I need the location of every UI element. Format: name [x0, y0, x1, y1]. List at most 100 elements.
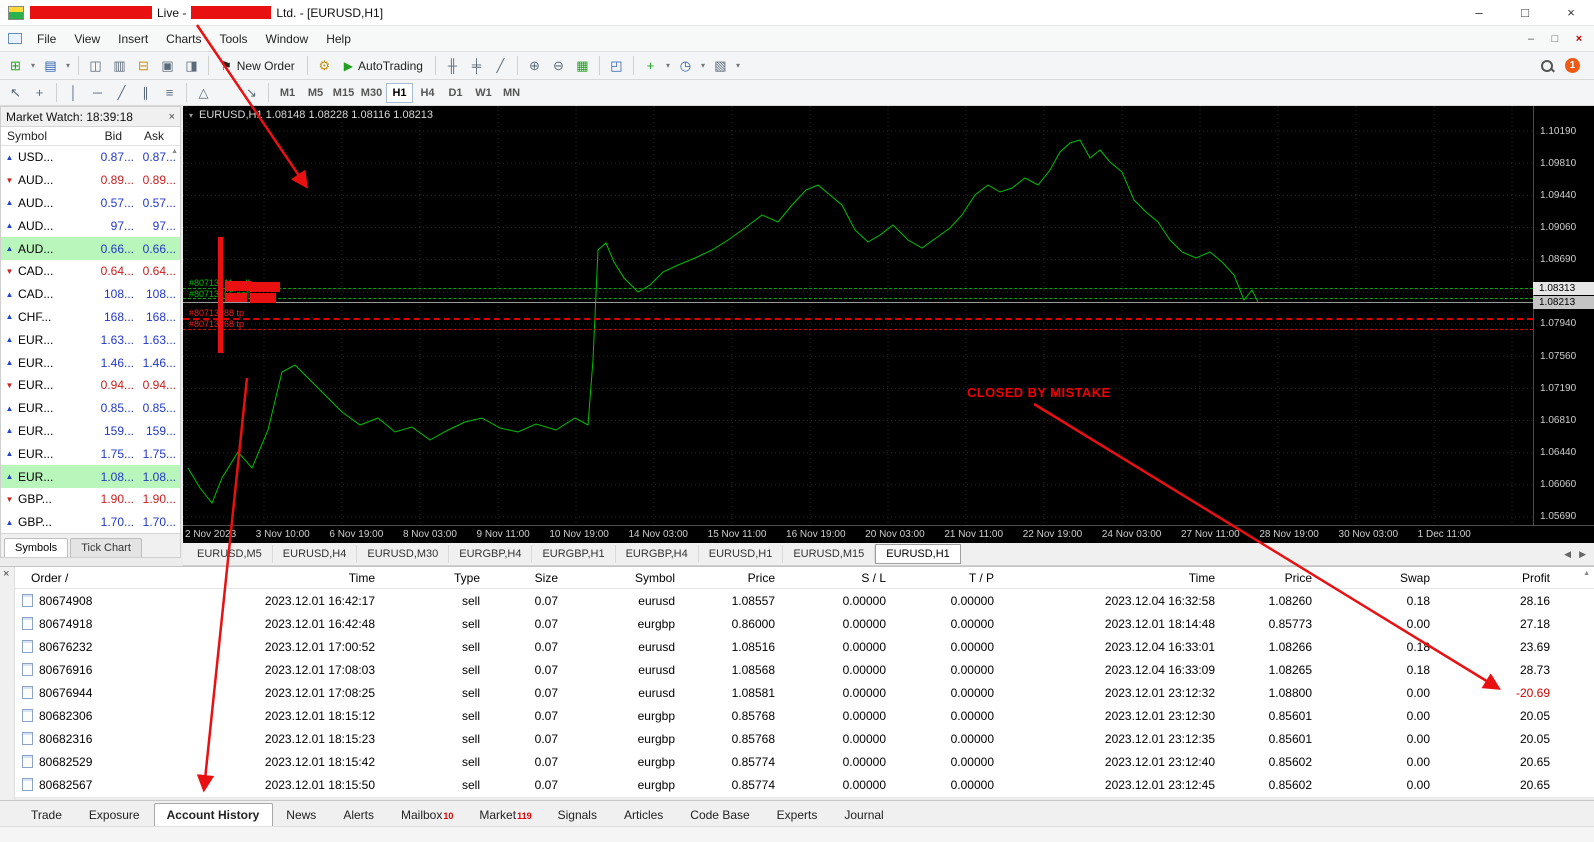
terminal-tab[interactable]: Code Base	[677, 803, 763, 826]
terminal-close-icon[interactable]: ×	[3, 568, 9, 580]
templates-dropdown-caret[interactable]: ▾	[733, 55, 743, 77]
chart-plot-area[interactable]: #80713711 sell #80713266 sell #80713288 …	[183, 106, 1533, 525]
menu-item[interactable]: Tools	[211, 26, 257, 51]
timeframe-button[interactable]: D1	[442, 83, 469, 103]
templates-button[interactable]: ▧	[709, 55, 732, 77]
mdi-close-button[interactable]: ×	[1570, 33, 1588, 45]
timeframe-button[interactable]: MN	[498, 83, 525, 103]
navigator-toggle[interactable]: ⊟	[132, 55, 155, 77]
history-row[interactable]: 80674908 2023.12.01 16:42:17 sell 0.07 e…	[15, 589, 1594, 612]
history-row[interactable]: 80674918 2023.12.01 16:42:48 sell 0.07 e…	[15, 612, 1594, 635]
market-watch-tab[interactable]: Tick Chart	[70, 538, 142, 557]
tile-windows-button[interactable]: ◰	[605, 55, 628, 77]
indicators-button[interactable]: +	[639, 55, 662, 77]
mdi-restore-button[interactable]: □	[1546, 33, 1564, 45]
timeframe-button[interactable]: M5	[302, 83, 329, 103]
menu-item[interactable]: Window	[257, 26, 318, 51]
profiles-button[interactable]: ▤	[39, 55, 62, 77]
search-icon[interactable]	[1539, 58, 1555, 74]
timeframe-button[interactable]: M15	[330, 83, 357, 103]
menu-item[interactable]: View	[65, 26, 109, 51]
history-column-header[interactable]: Profit	[1430, 571, 1550, 585]
chart-tabs-scroll-left[interactable]: ◀	[1564, 549, 1571, 560]
history-row[interactable]: 80676944 2023.12.01 17:08:25 sell 0.07 e…	[15, 681, 1594, 704]
indicators-dropdown-caret[interactable]: ▾	[663, 55, 673, 77]
new-order-button[interactable]: ⚑ New Order	[214, 55, 302, 77]
market-watch-row[interactable]: CAD... 108... 108...	[1, 283, 180, 306]
market-watch-row[interactable]: AUD... 97... 97...	[1, 214, 180, 237]
terminal-tab[interactable]: Journal	[831, 803, 897, 826]
terminal-tab[interactable]: News	[273, 803, 330, 826]
periods-button[interactable]: ◷	[674, 55, 697, 77]
terminal-tab[interactable]: Trade	[18, 803, 76, 826]
chart-tab[interactable]: EURUSD,H4	[273, 545, 358, 563]
menu-item[interactable]: Help	[317, 26, 360, 51]
market-watch-row[interactable]: EUR... 1.75... 1.75...	[1, 442, 180, 465]
market-watch-row[interactable]: CAD... 0.64... 0.64...	[1, 260, 180, 283]
terminal-tab[interactable]: Exposure	[76, 803, 154, 826]
periods-dropdown-caret[interactable]: ▾	[698, 55, 708, 77]
history-column-header[interactable]: S / L	[775, 571, 886, 585]
metaeditor-button[interactable]: ⚙	[313, 55, 336, 77]
data-window-toggle[interactable]: ▥	[108, 55, 131, 77]
history-row[interactable]: 80682306 2023.12.01 18:15:12 sell 0.07 e…	[15, 704, 1594, 727]
history-column-header[interactable]: Size	[480, 571, 558, 585]
auto-arrange-button[interactable]: ▦	[571, 55, 594, 77]
terminal-tab[interactable]: Account History	[153, 803, 274, 826]
history-column-header[interactable]: Type	[375, 571, 480, 585]
menu-item[interactable]: Charts	[157, 26, 210, 51]
chart-tab[interactable]: EURGBP,H4	[449, 545, 533, 563]
timeframe-button[interactable]: M30	[358, 83, 385, 103]
market-watch-row[interactable]: AUD... 0.57... 0.57...	[1, 192, 180, 215]
terminal-tab[interactable]: Mailbox 10	[388, 803, 466, 826]
history-column-header[interactable]: Time	[994, 571, 1215, 585]
autotrading-button[interactable]: ▶ AutoTrading	[337, 55, 430, 77]
timeframe-button[interactable]: M1	[274, 83, 301, 103]
shapes-tool[interactable]: △	[192, 82, 215, 104]
market-watch-row[interactable]: USD... 0.87... 0.87...	[1, 146, 180, 169]
history-column-header[interactable]: Order /	[15, 571, 149, 585]
terminal-tab[interactable]: Market 119	[466, 803, 544, 826]
timeframe-button[interactable]: H4	[414, 83, 441, 103]
profiles-dropdown-caret[interactable]: ▾	[63, 55, 73, 77]
market-watch-tab[interactable]: Symbols	[4, 538, 69, 557]
history-scroll-up[interactable]: ▲	[1583, 570, 1590, 577]
chart-tab[interactable]: EURUSD,H1	[699, 545, 784, 563]
candlestick-chart-button[interactable]: ╪	[465, 55, 488, 77]
text-tool[interactable]	[216, 82, 239, 104]
chart-tab[interactable]: EURUSD,M5	[187, 545, 273, 563]
history-column-header[interactable]: T / P	[886, 571, 994, 585]
crosshair-tool[interactable]: +	[28, 82, 51, 104]
cursor-tool[interactable]: ↖	[4, 82, 27, 104]
symbol-column-header[interactable]: Symbol	[1, 129, 70, 143]
market-watch-scroll-up[interactable]: ▲	[171, 148, 178, 155]
zoom-out-button[interactable]: ⊖	[547, 55, 570, 77]
history-row[interactable]: 80676916 2023.12.01 17:08:03 sell 0.07 e…	[15, 658, 1594, 681]
horizontal-line-tool[interactable]: ─	[86, 82, 109, 104]
chart-tab[interactable]: EURUSD,M30	[357, 545, 450, 563]
history-column-header[interactable]: Price	[1215, 571, 1312, 585]
line-chart-button[interactable]: ╱	[489, 55, 512, 77]
market-watch-row[interactable]: EUR... 0.85... 0.85...	[1, 397, 180, 420]
new-chart-button[interactable]: ⊞	[4, 55, 27, 77]
market-watch-row[interactable]: EUR... 0.94... 0.94...	[1, 374, 180, 397]
terminal-tab[interactable]: Experts	[764, 803, 832, 826]
market-watch-row[interactable]: CHF... 168... 168...	[1, 306, 180, 329]
chart-tab[interactable]: EURGBP,H1	[532, 545, 616, 563]
arrows-tool[interactable]: ↘	[240, 82, 263, 104]
vertical-line-tool[interactable]: │	[62, 82, 85, 104]
menu-item[interactable]: Insert	[109, 26, 157, 51]
close-button[interactable]: ×	[1548, 0, 1594, 25]
history-column-header[interactable]: Swap	[1312, 571, 1430, 585]
ask-column-header[interactable]: Ask	[122, 129, 168, 143]
history-row[interactable]: 80682567 2023.12.01 18:15:50 sell 0.07 e…	[15, 773, 1594, 796]
history-column-header[interactable]: Price	[675, 571, 775, 585]
history-row[interactable]: 80682316 2023.12.01 18:15:23 sell 0.07 e…	[15, 727, 1594, 750]
market-watch-row[interactable]: AUD... 0.66... 0.66...	[1, 237, 180, 260]
history-row[interactable]: 80682529 2023.12.01 18:15:42 sell 0.07 e…	[15, 750, 1594, 773]
terminal-toggle[interactable]: ▣	[156, 55, 179, 77]
new-chart-dropdown-caret[interactable]: ▾	[28, 55, 38, 77]
strategy-tester-toggle[interactable]: ◨	[180, 55, 203, 77]
bar-chart-button[interactable]: ╫	[441, 55, 464, 77]
market-watch-row[interactable]: EUR... 1.63... 1.63...	[1, 328, 180, 351]
